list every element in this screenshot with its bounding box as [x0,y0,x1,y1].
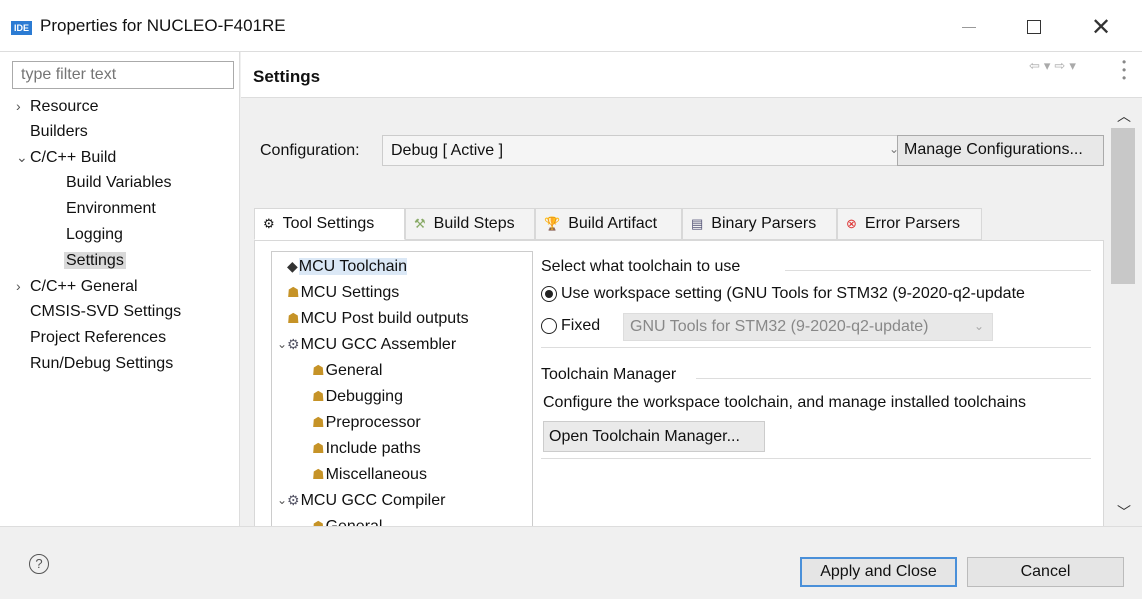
manage-configurations-button[interactable]: Manage Configurations... [897,135,1104,166]
nav-item-resource[interactable]: › Resource [16,96,98,117]
help-icon[interactable]: ? [29,554,49,574]
settings-icon: ☗ [312,388,325,404]
group-divider [541,347,1091,348]
close-icon: ✕ [1090,13,1112,41]
tree-item[interactable]: ☗Include paths [312,437,421,460]
group-divider [785,270,1091,271]
tree-item[interactable]: ☗MCU Settings [287,281,399,304]
nav-item-project-references[interactable]: Project References [30,328,166,348]
gear-icon: ⚙ [263,216,275,231]
tree-item[interactable]: ☗Miscellaneous [312,463,427,486]
fixed-option[interactable]: Fixed [541,317,600,335]
chevron-down-icon[interactable]: ﹀ [1117,502,1131,522]
chevron-up-icon[interactable]: ︿ [1117,106,1131,126]
page-title: Settings [253,67,321,86]
vertical-scrollbar[interactable]: ︿ ﹀ [1105,98,1142,526]
left-panel: ›Resource Builders ⌄C/C++ Build Build Va… [0,52,240,526]
scrollbar-thumb[interactable] [1111,128,1135,284]
settings-page: Settings ⇦▾⇨▾ • • • Configuration: Debug [… [241,52,1142,527]
error-icon: ⊗ [846,216,857,231]
tool-settings-panel: ◆MCU Toolchain ☗MCU Settings ☗MCU Post b… [254,240,1104,527]
nav-item-builders[interactable]: Builders [30,122,88,142]
settings-icon: ☗ [287,310,300,326]
chevron-right-icon[interactable]: › [16,276,30,296]
close-button[interactable]: ✕ [1078,10,1124,44]
maximize-button[interactable] [1011,10,1057,44]
settings-icon: ☗ [287,284,300,300]
manager-group-title: Toolchain Manager [541,366,677,383]
fixed-row: Fixed GNU Tools for STM32 (9-2020-q2-upd… [541,313,1091,343]
dialog-footer: ? Apply and Close Cancel [0,526,1142,599]
settings-icon: ☗ [312,440,325,456]
binary-icon: ▤ [691,216,704,231]
tab-build-steps[interactable]: ⚒ Build Steps [405,208,535,240]
group-divider [696,378,1091,379]
ide-icon: IDE [11,21,32,35]
trophy-icon: 🏆 [544,216,561,231]
chevron-down-icon: ⌄ [973,319,984,333]
chevron-down-icon[interactable]: ⌄ [277,493,287,507]
nav-item-run-debug[interactable]: Run/Debug Settings [30,354,173,374]
tree-item[interactable]: ⚙MCU GCC Compiler [287,489,445,512]
tree-item[interactable]: ☗MCU Post build outputs [287,307,469,330]
radio-unselected[interactable] [541,318,557,334]
forward-icon[interactable]: ⇨▾ [1054,58,1079,73]
fixed-toolchain-select: GNU Tools for STM32 (9-2020-q2-update) ⌄ [623,313,993,341]
nav-item-cpp-general[interactable]: › C/C++ General [16,276,138,297]
tree-item[interactable]: ☗Preprocessor [312,411,421,434]
view-menu-icon[interactable]: • • • [1122,56,1126,84]
chevron-down-icon[interactable]: ⌄ [16,147,30,167]
configuration-row: Configuration: Debug [ Active ] ⌄ Manage… [254,127,1104,197]
nav-item-logging[interactable]: Logging [66,225,123,245]
window-title: Properties for NUCLEO-F401RE [40,16,286,35]
cancel-button[interactable]: Cancel [967,557,1124,587]
nav-item-environment[interactable]: Environment [66,199,156,219]
nav-item-cmsis-svd[interactable]: CMSIS-SVD Settings [30,302,181,322]
configuration-label: Configuration: [260,142,360,159]
toolchain-group-title: Select what toolchain to use [541,258,741,275]
tab-tool-settings[interactable]: ⚙ Tool Settings [254,208,405,240]
gear-icon: ⚙ [287,336,300,352]
tree-item[interactable]: ◆MCU Toolchain [287,255,407,278]
history-navigation: ⇦▾⇨▾ [1029,58,1080,74]
tab-error-parsers[interactable]: ⊗ Error Parsers [837,208,982,240]
manager-description: Configure the workspace toolchain, and m… [543,394,1026,411]
apply-and-close-button[interactable]: Apply and Close [800,557,957,587]
title-bar: IDE Properties for NUCLEO-F401RE ✕ [0,0,1142,52]
settings-icon: ☗ [312,414,325,430]
gear-icon: ⚙ [287,492,300,508]
tree-item[interactable]: ⚙MCU GCC Assembler [287,333,456,356]
tree-item[interactable]: ☗General [312,359,382,382]
hammer-icon: ⚒ [414,216,426,231]
page-header: Settings ⇦▾⇨▾ • • • [241,52,1142,98]
chevron-down-icon[interactable]: ⌄ [277,337,287,351]
nav-item-settings[interactable]: Settings [64,251,126,271]
back-icon[interactable]: ⇦▾ [1029,58,1054,73]
workspace-option[interactable]: Use workspace setting (GNU Tools for STM… [541,285,1025,303]
radio-selected[interactable] [541,286,557,302]
tab-binary-parsers[interactable]: ▤ Binary Parsers [682,208,837,240]
configuration-select[interactable]: Debug [ Active ] ⌄ [382,135,908,166]
nav-item-build-variables[interactable]: Build Variables [66,173,172,193]
group-divider [541,458,1091,459]
tool-tree: ◆MCU Toolchain ☗MCU Settings ☗MCU Post b… [271,251,533,527]
settings-icon: ☗ [312,362,325,378]
chevron-right-icon[interactable]: › [16,96,30,116]
toolchain-icon: ◆ [287,258,298,274]
tab-build-artifact[interactable]: 🏆 Build Artifact [535,208,682,240]
tree-item[interactable]: ☗Debugging [312,385,403,408]
open-toolchain-manager-button[interactable]: Open Toolchain Manager... [543,421,765,452]
settings-icon: ☗ [312,466,325,482]
filter-input[interactable] [12,61,234,89]
nav-item-cpp-build[interactable]: ⌄ C/C++ Build [16,147,116,168]
minimize-button[interactable] [946,10,992,44]
